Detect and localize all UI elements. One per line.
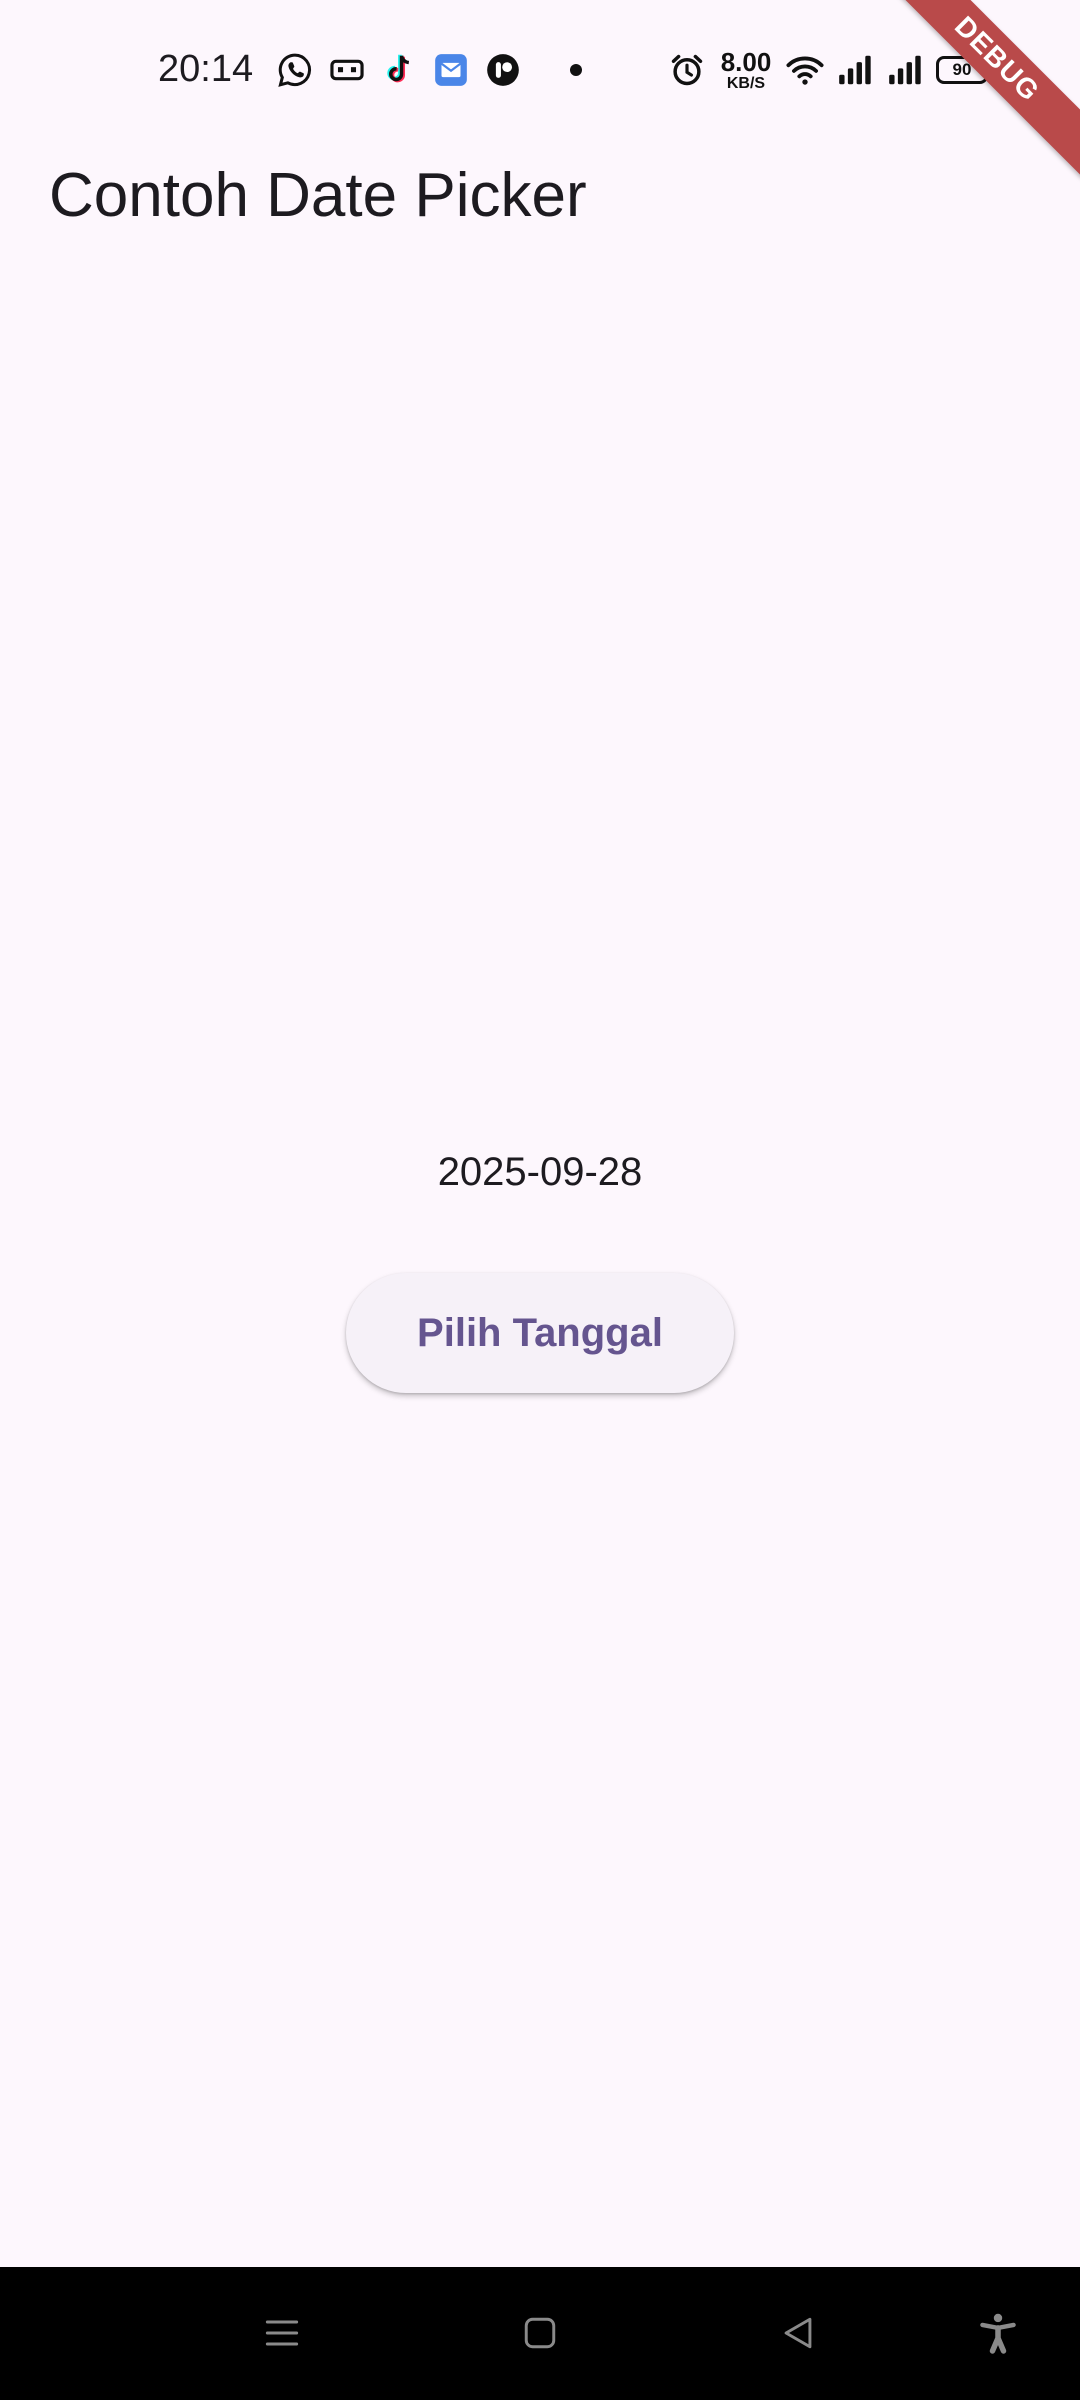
tiktok-icon	[380, 51, 418, 89]
back-icon	[776, 2311, 820, 2355]
app-icon	[484, 51, 522, 89]
status-system-icons: 8.00 KB/S 90	[668, 48, 993, 92]
signal-icon-2	[886, 51, 924, 89]
selected-date-text: 2025-09-28	[437, 1150, 643, 1194]
network-speed: 8.00 KB/S	[718, 49, 774, 92]
whatsapp-icon	[276, 51, 314, 89]
menu-icon	[260, 2311, 304, 2355]
page-title: Contoh Date Picker	[49, 161, 587, 230]
home-button[interactable]	[508, 2301, 572, 2365]
network-speed-value: 8.00	[720, 46, 772, 77]
signal-icon	[836, 51, 874, 89]
accessibility-button[interactable]	[966, 2301, 1030, 2365]
alarm-icon	[668, 51, 706, 89]
status-notification-icons	[276, 50, 582, 90]
status-bar: 20:14 8.00 KB/S 90	[0, 0, 1080, 140]
accessibility-icon	[976, 2311, 1020, 2355]
notification-dot	[570, 64, 582, 76]
menu-button[interactable]	[250, 2301, 314, 2365]
home-icon	[518, 2311, 562, 2355]
pick-date-button-label: Pilih Tanggal	[417, 1310, 663, 1355]
mail-app-icon	[432, 51, 470, 89]
pick-date-button[interactable]: Pilih Tanggal	[346, 1273, 734, 1393]
navigation-bar	[0, 2267, 1080, 2400]
network-speed-unit: KB/S	[726, 74, 766, 92]
status-time: 20:14	[158, 48, 254, 90]
voicemail-icon	[328, 51, 366, 89]
wifi-icon	[786, 51, 824, 89]
back-button[interactable]	[766, 2301, 830, 2365]
